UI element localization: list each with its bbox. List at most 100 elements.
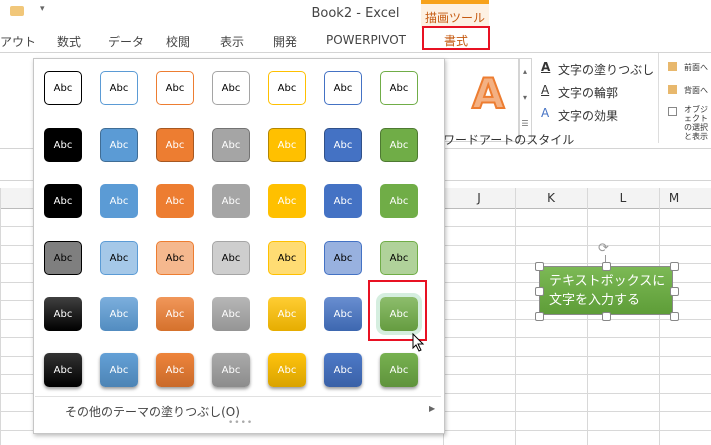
rotate-handle-icon[interactable]: ⟳: [598, 241, 609, 256]
style-swatch-solid[interactable]: Abc: [212, 128, 250, 162]
column-header-j[interactable]: J: [443, 191, 515, 205]
style-swatch-intense[interactable]: Abc: [44, 353, 82, 387]
text-outline-button[interactable]: 文字の輪郭: [558, 84, 618, 101]
style-swatch-intense[interactable]: Abc: [100, 353, 138, 387]
swatch-sample-text: Abc: [389, 195, 409, 207]
swatch-sample-text: Abc: [109, 308, 129, 320]
style-swatch-intense[interactable]: Abc: [268, 353, 306, 387]
style-swatch-intense[interactable]: Abc: [156, 353, 194, 387]
selection-pane-button[interactable]: オブジェクトの選択と表示: [684, 105, 709, 141]
style-swatch-solid-flat[interactable]: Abc: [324, 184, 362, 218]
style-swatch-light[interactable]: Abc: [268, 241, 306, 275]
style-swatch-light[interactable]: Abc: [212, 241, 250, 275]
group-label-wordart: ワードアートのスタイル: [443, 133, 575, 147]
style-swatch-outline[interactable]: Abc: [100, 71, 138, 105]
style-swatch-light[interactable]: Abc: [44, 241, 82, 275]
swatch-sample-text: Abc: [109, 139, 129, 151]
text-effects-button[interactable]: 文字の効果: [558, 107, 618, 124]
resize-handle[interactable]: [535, 262, 544, 271]
style-swatch-outline[interactable]: Abc: [156, 71, 194, 105]
textbox-line-1: テキストボックスに: [549, 274, 666, 289]
tab-review[interactable]: 校閲: [166, 33, 190, 50]
style-swatch-solid-flat[interactable]: Abc: [380, 184, 418, 218]
style-swatch-solid-flat[interactable]: Abc: [44, 184, 82, 218]
swatch-sample-text: Abc: [333, 195, 353, 207]
resize-handle[interactable]: [602, 312, 611, 321]
title-bar: ▾ Book2 - Excel: [0, 0, 711, 28]
style-swatch-gradient[interactable]: Abc: [156, 297, 194, 331]
wordart-gallery[interactable]: A: [443, 58, 520, 142]
text-effects-icon: A: [541, 106, 550, 120]
more-theme-fills-menu[interactable]: その他のテーマの塗りつぶし(O): [65, 403, 240, 420]
tab-formulas[interactable]: 数式: [57, 33, 81, 50]
style-swatch-gradient[interactable]: Abc: [324, 297, 362, 331]
style-swatch-solid[interactable]: Abc: [100, 128, 138, 162]
style-swatch-gradient[interactable]: Abc: [268, 297, 306, 331]
resize-handle[interactable]: [602, 262, 611, 271]
resize-handle[interactable]: [670, 312, 679, 321]
shape-style-gallery: Abc Abc Abc Abc Abc Abc Abc Abc Abc Abc Abc Abc Abc A…: [33, 58, 445, 434]
tab-format[interactable]: 書式: [422, 26, 490, 50]
swatch-sample-text: Abc: [221, 252, 241, 264]
swatch-sample-text: Abc: [333, 139, 353, 151]
text-fill-icon: A: [541, 60, 551, 74]
style-swatch-intense[interactable]: Abc: [212, 353, 250, 387]
send-backward-button[interactable]: 背面へ: [684, 86, 709, 95]
style-swatch-light[interactable]: Abc: [156, 241, 194, 275]
wordart-sample: A: [471, 68, 505, 119]
style-swatch-solid[interactable]: Abc: [156, 128, 194, 162]
style-swatch-intense[interactable]: Abc: [380, 353, 418, 387]
style-swatch-light[interactable]: Abc: [380, 241, 418, 275]
style-swatch-gradient[interactable]: Abc: [212, 297, 250, 331]
style-swatch-outline[interactable]: Abc: [212, 71, 250, 105]
resize-handle[interactable]: [535, 312, 544, 321]
swatch-sample-text: Abc: [221, 82, 241, 94]
tab-layout[interactable]: アウト: [0, 33, 36, 50]
style-swatch-solid-flat[interactable]: Abc: [100, 184, 138, 218]
style-swatch-solid-flat[interactable]: Abc: [156, 184, 194, 218]
style-swatch-gradient[interactable]: Abc: [100, 297, 138, 331]
column-header-k[interactable]: K: [515, 191, 587, 205]
send-backward-icon: [668, 85, 677, 94]
style-swatch-gradient[interactable]: Abc: [44, 297, 82, 331]
swatch-sample-text: Abc: [389, 139, 409, 151]
gallery-scroll[interactable]: ▴ ▾ ☰: [518, 58, 532, 142]
swatch-sample-text: Abc: [53, 308, 73, 320]
style-swatch-outline[interactable]: Abc: [380, 71, 418, 105]
window-title: Book2 - Excel: [311, 6, 400, 21]
swatch-sample-text: Abc: [165, 308, 185, 320]
style-swatch-outline[interactable]: Abc: [268, 71, 306, 105]
resize-handle[interactable]: [670, 287, 679, 296]
tab-powerpivot[interactable]: POWERPIVOT: [326, 33, 406, 47]
swatch-sample-text: Abc: [221, 139, 241, 151]
selection-highlight: [368, 280, 427, 341]
style-swatch-outline[interactable]: Abc: [324, 71, 362, 105]
bring-forward-button[interactable]: 前面へ: [684, 63, 709, 72]
style-swatch-solid[interactable]: Abc: [268, 128, 306, 162]
style-swatch-solid-flat[interactable]: Abc: [268, 184, 306, 218]
swatch-sample-text: Abc: [221, 195, 241, 207]
resize-handle[interactable]: [670, 262, 679, 271]
submenu-arrow-icon: ▶: [429, 404, 436, 413]
style-swatch-solid-flat[interactable]: Abc: [212, 184, 250, 218]
tab-view[interactable]: 表示: [220, 33, 244, 50]
style-swatch-light[interactable]: Abc: [324, 241, 362, 275]
style-swatch-outline[interactable]: Abc: [44, 71, 82, 105]
swatch-sample-text: Abc: [333, 308, 353, 320]
mouse-cursor-icon: [412, 333, 425, 352]
style-swatch-solid[interactable]: Abc: [380, 128, 418, 162]
style-swatch-light[interactable]: Abc: [100, 241, 138, 275]
drawing-tools-context: 描画ツール: [421, 0, 489, 28]
column-header-m[interactable]: M: [638, 191, 710, 205]
style-swatch-intense[interactable]: Abc: [324, 353, 362, 387]
tab-developer[interactable]: 開発: [273, 33, 297, 50]
style-swatch-solid[interactable]: Abc: [324, 128, 362, 162]
resize-grip-icon[interactable]: ••••: [228, 418, 253, 428]
tab-data[interactable]: データ: [108, 33, 144, 50]
style-swatch-solid[interactable]: Abc: [44, 128, 82, 162]
swatch-sample-text: Abc: [109, 252, 129, 264]
swatch-sample-text: Abc: [109, 82, 129, 94]
textbox-shape[interactable]: テキストボックスに 文字を入力する: [539, 266, 673, 315]
resize-handle[interactable]: [535, 287, 544, 296]
text-fill-button[interactable]: 文字の塗りつぶし: [558, 61, 654, 78]
